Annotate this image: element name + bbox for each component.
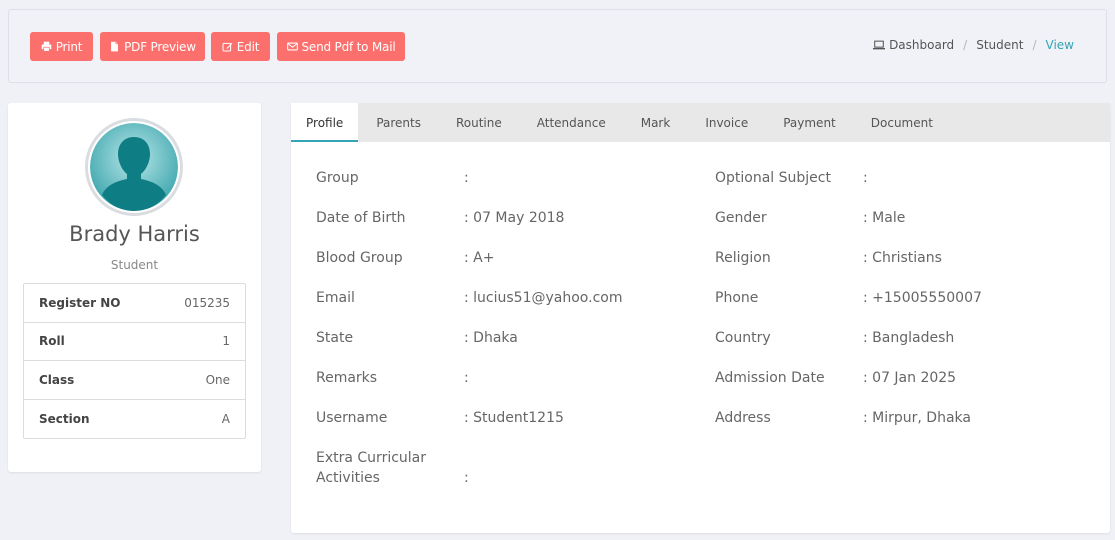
field-value-address: : Mirpur, Dhaka (863, 410, 971, 426)
avatar (85, 118, 183, 216)
breadcrumb-student-link[interactable]: Student (976, 38, 1023, 52)
field-value-email: : lucius51@yahoo.com (464, 290, 623, 306)
field-value-optional-subject: : (863, 170, 868, 186)
print-button-label: Print (55, 39, 83, 54)
file-icon (111, 41, 119, 52)
tab-bar: Profile Parents Routine Attendance Mark … (291, 103, 1110, 142)
field-label-email: Email (316, 290, 355, 306)
info-value: 1 (222, 334, 230, 349)
envelope-icon (286, 42, 298, 51)
student-name: Brady Harris (69, 222, 200, 246)
tab-attendance[interactable]: Attendance (519, 103, 623, 142)
field-label-address: Address (715, 410, 771, 426)
field-value-admission-date: : 07 Jan 2025 (863, 370, 957, 386)
user-silhouette-icon (90, 123, 178, 211)
breadcrumb-separator: / (1032, 38, 1037, 52)
student-role: Student (110, 258, 159, 272)
field-label-phone: Phone (715, 290, 759, 306)
student-details-panel: Profile Parents Routine Attendance Mark … (291, 103, 1110, 533)
print-button[interactable]: Print (30, 32, 93, 61)
field-label-extra-curricular: Extra Curricular Activities (316, 450, 427, 486)
info-row-section: Section A (24, 400, 245, 439)
tab-payment[interactable]: Payment (765, 103, 853, 142)
tab-routine[interactable]: Routine (438, 103, 519, 142)
field-value-blood-group: : A+ (464, 250, 495, 266)
field-label-gender: Gender (715, 210, 767, 226)
field-value-country: : Bangladesh (863, 330, 955, 346)
tab-parents[interactable]: Parents (358, 103, 438, 142)
field-label-optional-subject: Optional Subject (715, 170, 831, 186)
field-label-remarks: Remarks (316, 370, 378, 386)
field-value-remarks: : (464, 370, 469, 386)
info-label: Roll (39, 334, 65, 349)
breadcrumb: Dashboard / Student / View (873, 38, 1074, 52)
info-value: 015235 (184, 295, 230, 310)
info-label: Section (39, 411, 90, 426)
info-value: One (205, 372, 230, 387)
field-value-extra-curricular: : (464, 470, 469, 486)
field-label-country: Country (715, 330, 771, 346)
field-value-date-of-birth: : 07 May 2018 (464, 210, 565, 226)
student-info-table: Register NO 015235 Roll 1 Class One Sect… (23, 283, 246, 439)
info-row-register-no: Register NO 015235 (24, 284, 245, 323)
send-pdf-mail-button-label: Send Pdf to Mail (301, 39, 396, 54)
field-label-blood-group: Blood Group (316, 250, 403, 266)
info-row-roll: Roll 1 (24, 323, 245, 361)
field-value-group: : (464, 170, 469, 186)
info-row-class: Class One (24, 361, 245, 400)
info-label: Class (39, 372, 75, 387)
edit-icon (222, 42, 233, 52)
field-value-gender: : Male (863, 210, 906, 226)
tab-profile[interactable]: Profile (291, 103, 359, 142)
field-value-religion: : Christians (863, 250, 942, 266)
breadcrumb-current: View (1045, 38, 1074, 52)
tab-invoice[interactable]: Invoice (687, 103, 765, 142)
field-label-admission-date: Admission Date (715, 370, 825, 386)
field-value-state: : Dhaka (464, 330, 518, 346)
print-icon (41, 41, 51, 52)
profile-card: Brady Harris Student Register NO 015235 … (8, 103, 261, 472)
tab-mark[interactable]: Mark (623, 103, 688, 142)
edit-button-label: Edit (236, 39, 260, 54)
tab-document[interactable]: Document (853, 103, 950, 142)
field-label-religion: Religion (715, 250, 771, 266)
pdf-preview-button[interactable]: PDF Preview (100, 32, 205, 61)
pdf-preview-button-label: PDF Preview (124, 39, 196, 54)
send-pdf-mail-button[interactable]: Send Pdf to Mail (277, 32, 405, 61)
breadcrumb-dashboard-link[interactable]: Dashboard (889, 38, 954, 52)
breadcrumb-separator: / (963, 38, 968, 52)
field-label-group: Group (316, 170, 359, 186)
edit-button[interactable]: Edit (211, 32, 270, 61)
field-value-username: : Student1215 (464, 410, 564, 426)
action-bar: Print PDF Preview Edit Send Pdf to Mail … (8, 9, 1107, 83)
info-label: Register NO (39, 295, 121, 310)
field-label-username: Username (316, 410, 388, 426)
field-label-date-of-birth: Date of Birth (316, 210, 406, 226)
laptop-icon (873, 40, 886, 50)
info-value: A (221, 411, 230, 426)
field-label-state: State (316, 330, 354, 346)
field-value-phone: : +15005550007 (863, 290, 982, 306)
